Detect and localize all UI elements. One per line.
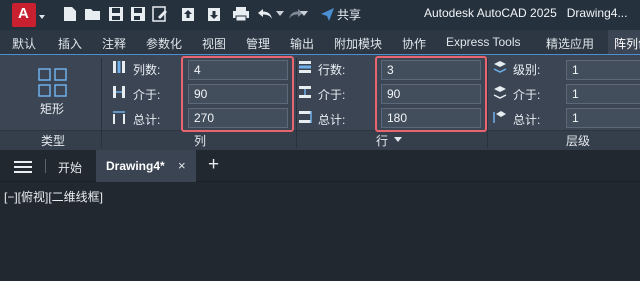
tab-view[interactable]: 视图 <box>202 35 226 52</box>
levels-between-input[interactable]: 1 <box>566 84 640 104</box>
levels-total-input[interactable]: 1 <box>566 108 640 128</box>
rows-between-input[interactable]: 90 <box>381 84 481 104</box>
new-tab-button[interactable]: + <box>206 150 226 182</box>
application-menu-button[interactable]: A <box>12 3 45 27</box>
columns-count-input[interactable]: 4 <box>188 60 288 80</box>
print-icon[interactable] <box>232 6 250 22</box>
columns-between-label: 介于: <box>133 88 161 102</box>
tab-array-creation[interactable]: 阵列创 <box>608 30 640 54</box>
panel-title-strip <box>0 130 640 150</box>
columns-count-icon <box>113 61 125 73</box>
save-icon[interactable] <box>108 6 124 22</box>
share-paper-plane-icon <box>321 8 334 21</box>
levels-spacing-icon <box>493 86 507 99</box>
rows-count-input[interactable]: 3 <box>381 60 481 80</box>
columns-total-icon <box>113 111 125 124</box>
rows-count-label: 行数: <box>318 63 346 77</box>
new-file-icon[interactable] <box>62 6 78 22</box>
columns-group-label: 列 <box>194 134 207 148</box>
rows-group-label[interactable]: 行 <box>376 132 388 149</box>
columns-total-input[interactable]: 270 <box>188 108 288 128</box>
hamburger-menu-icon[interactable] <box>14 160 32 174</box>
window-title: Autodesk AutoCAD 2025 Drawing4... <box>424 6 627 20</box>
tab-divider <box>45 159 46 173</box>
array-type-rectangular-button[interactable]: 矩形 <box>26 64 82 118</box>
rows-between-label: 介于: <box>318 88 346 102</box>
levels-total-label: 总计: <box>513 113 541 127</box>
tab-parametric[interactable]: 参数化 <box>146 35 182 52</box>
ribbon-tabs: 默认 插入 注释 参数化 视图 管理 输出 附加模块 协作 Express To… <box>0 30 640 54</box>
rows-spacing-icon <box>299 86 311 98</box>
tab-output[interactable]: 输出 <box>290 35 314 52</box>
type-group-label: 类型 <box>41 134 66 148</box>
tab-manage[interactable]: 管理 <box>246 35 270 52</box>
customize-dropdown-icon[interactable] <box>300 11 308 17</box>
columns-spacing-icon <box>113 86 125 98</box>
app-logo: A <box>18 5 29 22</box>
columns-total-label: 总计: <box>133 113 161 127</box>
rectangular-button-label: 矩形 <box>40 102 65 116</box>
tab-start-label: 开始 <box>58 161 83 175</box>
download-icon[interactable] <box>206 6 222 22</box>
tab-express-tools[interactable]: Express Tools <box>446 35 520 49</box>
columns-count-label: 列数: <box>133 63 161 77</box>
rows-count-icon <box>299 61 311 73</box>
levels-between-label: 介于: <box>513 88 541 102</box>
tab-drawing4[interactable]: Drawing4* × <box>96 150 196 182</box>
levels-group-label: 层级 <box>566 134 591 148</box>
viewport-controls-label[interactable]: [−][俯视][二维线框] <box>4 188 103 205</box>
rows-group-expand-icon[interactable] <box>394 137 402 143</box>
chevron-down-icon <box>39 15 45 19</box>
tab-drawing4-label: Drawing4* <box>106 159 165 173</box>
document-tab-bar: 开始 Drawing4* × + <box>0 150 640 182</box>
upload-icon[interactable] <box>180 6 196 22</box>
tab-insert[interactable]: 插入 <box>58 35 82 52</box>
close-icon[interactable]: × <box>178 158 186 173</box>
tab-collaborate[interactable]: 协作 <box>402 35 426 52</box>
tab-start[interactable]: 开始 <box>50 150 90 182</box>
tab-addins[interactable]: 附加模块 <box>334 35 382 52</box>
levels-total-icon <box>493 111 506 123</box>
app-title: Autodesk AutoCAD 2025 <box>424 6 557 20</box>
edit-pencil-icon[interactable] <box>152 6 168 22</box>
rows-total-icon <box>299 111 312 123</box>
undo-icon[interactable] <box>257 6 275 22</box>
tab-default[interactable]: 默认 <box>12 35 36 52</box>
save-as-icon[interactable] <box>130 6 146 22</box>
active-tab-underline <box>0 54 640 55</box>
rectangular-array-icon <box>38 68 67 97</box>
tab-featured-apps[interactable]: 精选应用 <box>546 35 594 52</box>
group-divider <box>487 58 488 148</box>
undo-dropdown-icon[interactable] <box>276 11 284 17</box>
plus-icon: + <box>208 154 220 175</box>
columns-between-input[interactable]: 90 <box>188 84 288 104</box>
levels-count-label: 级别: <box>513 63 541 77</box>
rows-total-input[interactable]: 180 <box>381 108 481 128</box>
tab-annotate[interactable]: 注释 <box>102 35 126 52</box>
group-divider <box>296 58 297 148</box>
share-label: 共享 <box>337 8 362 22</box>
rows-total-label: 总计: <box>318 113 346 127</box>
open-folder-icon[interactable] <box>84 6 102 22</box>
levels-count-icon <box>493 61 507 73</box>
document-title: Drawing4... <box>566 6 628 20</box>
drawing-viewport[interactable]: [−][俯视][二维线框] <box>0 182 640 281</box>
ribbon-panel: 矩形 类型 列数: 介于: 总计: 4 90 270 列 行数: 介于: 总计:… <box>0 54 640 150</box>
group-divider <box>101 58 102 148</box>
title-bar: A 共享 Autodesk AutoCAD 2025 Drawing4... <box>0 0 640 30</box>
levels-count-input[interactable]: 1 <box>566 60 640 80</box>
